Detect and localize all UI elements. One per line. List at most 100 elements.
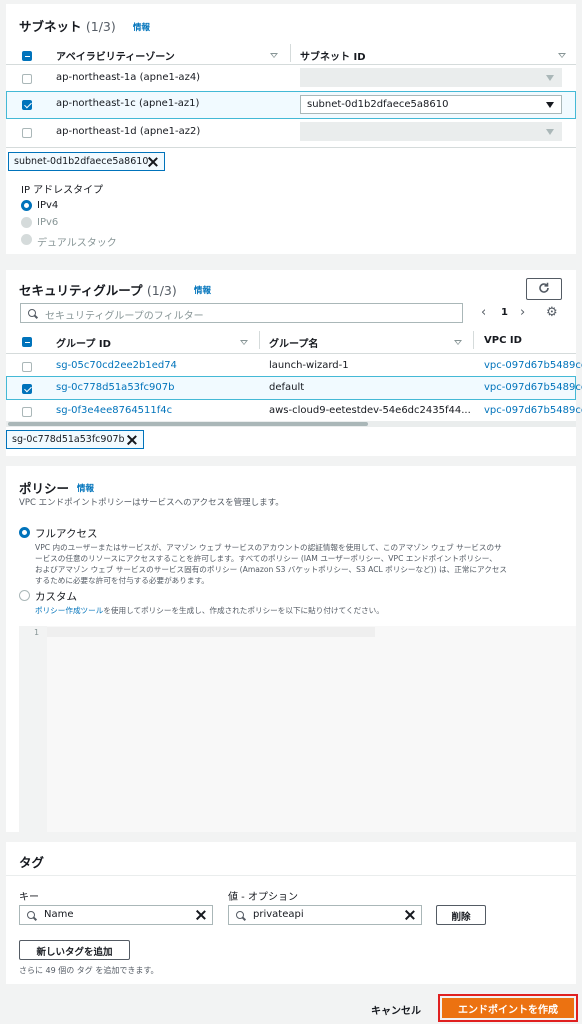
- subnet-title: サブネット: [19, 19, 82, 34]
- col-header-subnet[interactable]: サブネット ID: [300, 48, 366, 63]
- tag-limit-hint: さらに 49 個の タグ を追加できます。: [19, 966, 159, 975]
- sg-row-name: aws-cloud9-eetestdev-54e6dc2435f44...: [269, 405, 471, 416]
- sg-row-id[interactable]: sg-0c778d51a53fc907b: [56, 382, 175, 393]
- radio-ipv6: [21, 217, 32, 228]
- next-page-icon[interactable]: ›: [520, 305, 525, 320]
- subnet-select-all-checkbox[interactable]: [22, 51, 32, 61]
- search-icon: [236, 911, 245, 920]
- col-header-group-id[interactable]: グループ ID: [56, 335, 111, 350]
- full-desc-line: VPC 内のユーザーまたはサービスが、アマゾン ウェブ サービスのアカウントの認…: [35, 543, 502, 552]
- tags-divider: [6, 875, 576, 876]
- header-divider: [6, 64, 576, 65]
- tag-value-input[interactable]: privateapi: [228, 905, 422, 925]
- tag-key-value: Name: [44, 909, 74, 920]
- settings-gear-icon[interactable]: ⚙: [546, 305, 558, 320]
- chevron-down-icon: [546, 75, 554, 81]
- ip-type-label: IP アドレスタイプ: [21, 185, 104, 196]
- tag-value-label: 値 - オプション: [228, 892, 298, 903]
- subnet-info-link[interactable]: 情報: [133, 21, 150, 33]
- subnet-row-az: ap-northeast-1a (apne1-az4): [56, 72, 201, 83]
- sg-row-checkbox[interactable]: [22, 407, 32, 417]
- refresh-button[interactable]: [526, 278, 562, 300]
- col-header-az[interactable]: アベイラビリティーゾーン: [56, 48, 175, 63]
- add-tag-button[interactable]: 新しいタグを追加: [19, 940, 130, 960]
- full-access-label: フルアクセス: [35, 528, 98, 540]
- sg-row-checkbox[interactable]: [22, 362, 32, 372]
- sg-count: (1/3): [146, 283, 177, 298]
- policy-editor[interactable]: [19, 626, 576, 832]
- sg-filter-placeholder: セキュリティグループのフィルター: [45, 311, 204, 322]
- sg-row-id[interactable]: sg-05c70cd2ee2b1ed74: [56, 360, 177, 371]
- sg-select-all-checkbox[interactable]: [22, 337, 32, 347]
- subnet-select: [300, 68, 562, 87]
- scrollbar-thumb[interactable]: [8, 422, 368, 426]
- sg-row-id[interactable]: sg-0f3e4ee8764511f4c: [56, 405, 172, 416]
- col-header-group-name[interactable]: グループ名: [269, 335, 318, 350]
- sg-row-vpc[interactable]: vpc-097d67b5489ce: [484, 382, 582, 393]
- subnet-row-checkbox[interactable]: [22, 100, 32, 110]
- editor-gutter: [19, 626, 47, 832]
- radio-full-access[interactable]: [19, 527, 30, 538]
- sg-info-link[interactable]: 情報: [194, 284, 211, 296]
- policy-generator-link[interactable]: ポリシー作成ツール: [35, 606, 103, 615]
- search-icon: [28, 309, 37, 318]
- sg-token-label: sg-0c778d51a53fc907b: [12, 434, 125, 445]
- sg-row-vpc[interactable]: vpc-097d67b5489ce: [484, 360, 582, 371]
- radio-custom[interactable]: [19, 590, 30, 601]
- sg-row-name: launch-wizard-1: [269, 360, 349, 371]
- prev-page-icon[interactable]: ‹: [481, 305, 486, 320]
- custom-label: カスタム: [35, 591, 77, 603]
- dualstack-label: デュアルスタック: [37, 238, 117, 249]
- remove-tag-button[interactable]: 削除: [436, 905, 486, 925]
- tag-value-value: privateapi: [253, 909, 304, 920]
- sg-row-name: default: [269, 382, 305, 393]
- clear-icon[interactable]: [196, 910, 206, 920]
- subnet-select-value: subnet-0d1b2dfaece5a8610: [307, 99, 449, 110]
- sg-token: sg-0c778d51a53fc907b: [6, 430, 144, 449]
- ipv4-label: IPv4: [37, 200, 59, 211]
- subnet-heading: サブネット (1/3): [19, 16, 116, 35]
- editor-active-line: [47, 627, 375, 637]
- subnet-select[interactable]: subnet-0d1b2dfaece5a8610: [300, 95, 562, 114]
- subnet-select: [300, 122, 562, 141]
- full-desc-line: するために必要な許可を付与する必要があります。: [35, 576, 209, 585]
- full-desc-line: ービスの任意のリソースにアクセスすることを許可します。すべてのポリシー (IAM…: [35, 554, 497, 563]
- subnet-row-az: ap-northeast-1c (apne1-az1): [56, 98, 200, 109]
- sort-id-icon[interactable]: [240, 340, 248, 345]
- subnet-row-checkbox[interactable]: [22, 128, 32, 138]
- create-endpoint-button[interactable]: エンドポイントを作成: [442, 998, 574, 1018]
- sort-az-icon[interactable]: [270, 53, 278, 58]
- subnet-count: (1/3): [85, 19, 116, 34]
- sg-filter-input[interactable]: セキュリティグループのフィルター: [20, 303, 463, 323]
- page-number[interactable]: 1: [501, 307, 508, 318]
- refresh-icon: [539, 282, 549, 293]
- custom-desc-text: を使用してポリシーを生成し、作成されたポリシーを以下に貼り付けてください。: [103, 606, 384, 615]
- table-bottom: [6, 147, 576, 148]
- cancel-button[interactable]: キャンセル: [371, 1002, 421, 1017]
- policy-panel: ポリシー 情報 VPC エンドポイントポリシーはサービスへのアクセスを管理します…: [6, 466, 576, 832]
- policy-info-link[interactable]: 情報: [77, 482, 94, 494]
- tags-title: タグ: [19, 855, 45, 870]
- subnet-panel: サブネット (1/3) 情報 アベイラビリティーゾーン サブネット ID ap-…: [6, 4, 576, 254]
- sort-name-icon[interactable]: [454, 340, 462, 345]
- policy-description: VPC エンドポイントポリシーはサービスへのアクセスを管理します。: [19, 498, 284, 508]
- tag-key-input[interactable]: Name: [19, 905, 213, 925]
- subnet-row-checkbox[interactable]: [22, 74, 32, 84]
- sort-subnet-icon[interactable]: [558, 53, 566, 58]
- sg-title: セキュリティグループ: [19, 283, 143, 298]
- security-group-panel: セキュリティグループ (1/3) 情報 セキュリティグループのフィルター ‹ 1…: [6, 270, 582, 456]
- custom-description: ポリシー作成ツールを使用してポリシーを生成し、作成されたポリシーを以下に貼り付け…: [35, 605, 384, 616]
- radio-dualstack: [21, 234, 32, 245]
- sg-row-vpc[interactable]: vpc-097d67b5489ce: [484, 405, 582, 416]
- ipv6-label: IPv6: [37, 217, 59, 228]
- radio-ipv4[interactable]: [21, 200, 32, 211]
- full-desc-line: およびアマゾン ウェブ サービスのサービス固有のポリシー (Amazon S3 …: [35, 565, 508, 574]
- col-header-vpc-id[interactable]: VPC ID: [484, 335, 522, 346]
- header-divider: [6, 353, 576, 354]
- close-icon[interactable]: [127, 435, 137, 445]
- line-number: 1: [34, 628, 40, 637]
- full-access-description: VPC 内のユーザーまたはサービスが、アマゾン ウェブ サービスのアカウントの認…: [35, 542, 570, 586]
- clear-icon[interactable]: [405, 910, 415, 920]
- close-icon[interactable]: [148, 157, 158, 167]
- sg-row-checkbox[interactable]: [22, 384, 32, 394]
